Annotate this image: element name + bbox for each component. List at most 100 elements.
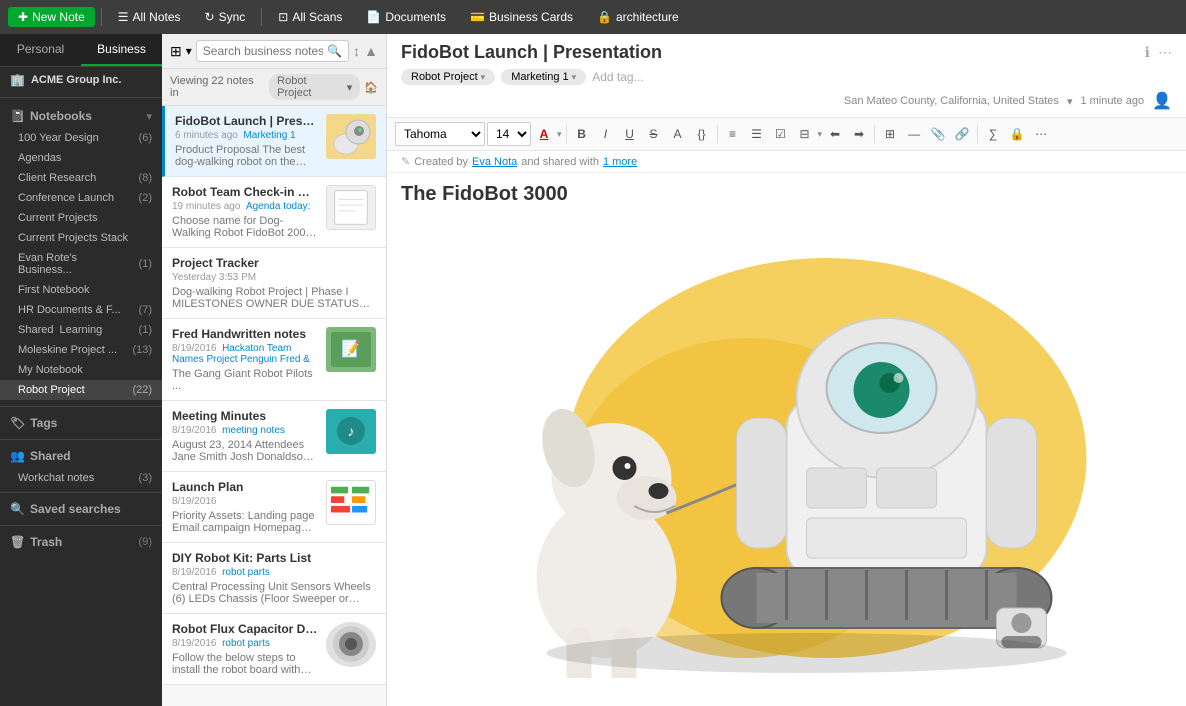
checkbox-btn[interactable]: ☑ [770,123,792,145]
align-btn[interactable]: ⊟ [794,123,816,145]
note-item[interactable]: FidoBot Launch | Presenta... 6 minutes a… [162,106,386,177]
sidebar-divider-5 [0,525,162,526]
sidebar-item-100-year[interactable]: 100 Year Design (6) [0,128,162,148]
location-expand-icon[interactable]: ▾ [1067,95,1073,108]
unordered-list-btn[interactable]: ≡ [722,123,744,145]
shared-header[interactable]: 👥 Shared [0,444,162,468]
note-item[interactable]: Meeting Minutes 8/19/2016 meeting notes … [162,401,386,472]
sidebar: Personal Business 🏢 ACME Group Inc. 📓 No… [0,34,162,706]
sync-icon: ↻ [205,10,215,24]
collapse-icon[interactable]: ▲ [364,43,378,59]
new-note-button[interactable]: ✚ New Note [8,7,95,27]
more-icon[interactable]: ⋯ [1158,44,1172,61]
all-scans-button[interactable]: ⊡ All Scans [268,7,352,27]
note-item[interactable]: DIY Robot Kit: Parts List 8/19/2016 robo… [162,543,386,614]
tab-business[interactable]: Business [81,34,162,66]
author-link[interactable]: Eva Nota [472,156,517,168]
underline-btn[interactable]: U [619,123,641,145]
saved-searches-header[interactable]: 🔍 Saved searches [0,497,162,521]
content-title: The FidoBot 3000 [401,183,1172,206]
time-ago: 1 minute ago [1080,95,1144,107]
note-list-header: ⊞ ▾ 🔍 ↕ ▲ [162,34,386,69]
note-item-content: Fred Handwritten notes 8/19/2016 Hackato… [172,327,318,392]
font-size-select[interactable]: 14 [487,122,531,146]
outdent-btn[interactable]: ⬅ [824,123,846,145]
font-family-select[interactable]: Tahoma [395,122,485,146]
note-item[interactable]: Project Tracker Yesterday 3:53 PM Dog-wa… [162,248,386,319]
acme-group[interactable]: 🏢 ACME Group Inc. [0,67,162,93]
sidebar-item-workchat[interactable]: Workchat notes (3) [0,468,162,488]
sidebar-divider-3 [0,439,162,440]
note-editor: FidoBot Launch | Presentation ℹ ⋯ Robot … [387,34,1186,706]
align-arrow[interactable]: ▾ [818,129,823,140]
sidebar-item-robot-project[interactable]: Robot Project (22) [0,380,162,400]
indent-btn[interactable]: ➡ [848,123,870,145]
note-item[interactable]: Fred Handwritten notes 8/19/2016 Hackato… [162,319,386,401]
document-icon: 📄 [366,10,381,24]
divider-btn[interactable]: — [903,123,925,145]
sidebar-item-conference[interactable]: Conference Launch (2) [0,188,162,208]
search-input[interactable] [203,44,323,58]
card-icon: 💳 [470,10,485,24]
note-item[interactable]: Robot Flux Capacitor Dia... 8/19/2016 ro… [162,614,386,685]
sidebar-item-hr[interactable]: HR Documents & F... (7) [0,300,162,320]
sort-icon[interactable]: ↕ [353,43,360,59]
filter-notebook-tag[interactable]: Robot Project ▾ [269,74,360,100]
note-tag-robot-project[interactable]: Robot Project ▾ [401,69,495,85]
note-title-bar: FidoBot Launch | Presentation ℹ ⋯ [401,42,1172,63]
formula-btn[interactable]: ∑ [982,123,1004,145]
encrypt-btn[interactable]: 🔒 [1006,123,1028,145]
table-btn[interactable]: ⊞ [879,123,901,145]
note-tags-bar: Robot Project ▾ Marketing 1 ▾ Add tag... [401,69,1172,85]
search-box: 🔍 [196,40,349,62]
link-btn[interactable]: 🔗 [951,123,973,145]
tags-header[interactable]: 🏷 Tags [0,411,162,435]
documents-button[interactable]: 📄 Documents [356,7,456,27]
sidebar-item-agendas[interactable]: Agendas [0,148,162,168]
strikethrough-btn[interactable]: S [643,123,665,145]
sync-button[interactable]: ↻ Sync [195,7,256,27]
sidebar-item-my-notebook[interactable]: My Notebook [0,360,162,380]
shared-count-link[interactable]: 1 more [603,156,637,168]
business-cards-button[interactable]: 💳 Business Cards [460,7,583,27]
note-item-content: Robot Team Check-in Me... 19 minutes ago… [172,185,318,239]
note-item-content: FidoBot Launch | Presenta... 6 minutes a… [175,114,318,168]
info-icon[interactable]: ℹ [1145,44,1150,61]
ordered-list-btn[interactable]: ☰ [746,123,768,145]
sidebar-item-current-projects-stack[interactable]: Current Projects Stack [0,228,162,248]
trash-header[interactable]: 🗑 Trash (9) [0,530,162,554]
building-icon: 🏢 [10,73,25,87]
more-options-btn[interactable]: ⋯ [1030,123,1052,145]
sidebar-item-evan[interactable]: Evan Rote's Business... (1) [0,248,162,280]
note-tag-marketing[interactable]: Marketing 1 ▾ [501,69,586,85]
sidebar-item-current-projects[interactable]: Current Projects [0,208,162,228]
bold-btn[interactable]: B [571,123,593,145]
search-icon: 🔍 [10,502,25,516]
add-tag-button[interactable]: Add tag... [592,70,643,84]
highlight-btn[interactable]: A [667,123,689,145]
note-item[interactable]: Robot Team Check-in Me... 19 minutes ago… [162,177,386,248]
layout-toggle-icon[interactable]: ▾ [186,44,192,58]
color-picker-arrow[interactable]: ▾ [557,129,562,140]
architecture-button[interactable]: 🔒 architecture [587,7,689,27]
tab-personal[interactable]: Personal [0,34,81,66]
filter-home-icon[interactable]: 🏠 [364,81,378,94]
notebooks-header[interactable]: 📓 Notebooks ▾ [0,104,162,128]
sidebar-item-first-notebook[interactable]: First Notebook [0,280,162,300]
all-notes-button[interactable]: ☰ All Notes [108,7,191,27]
attachment-btn[interactable]: 📎 [927,123,949,145]
plus-icon: ✚ [18,10,28,24]
sidebar-item-learning[interactable]: Shared Learning (1) [0,320,162,340]
layout-icon[interactable]: ⊞ [170,43,182,60]
sidebar-item-client-research[interactable]: Client Research (8) [0,168,162,188]
sidebar-item-moleskine[interactable]: Moleskine Project ... (13) [0,340,162,360]
note-list: FidoBot Launch | Presenta... 6 minutes a… [162,106,386,706]
code-btn[interactable]: {} [691,123,713,145]
note-item[interactable]: Launch Plan 8/19/2016 Priority Assets: L… [162,472,386,543]
toolbar-separator [101,8,102,26]
font-color-btn[interactable]: A [533,123,555,145]
notebook-icon: 📓 [10,109,25,123]
italic-btn[interactable]: I [595,123,617,145]
shared-icon: 👥 [10,449,25,463]
location-text: San Mateo County, California, United Sta… [844,95,1059,107]
